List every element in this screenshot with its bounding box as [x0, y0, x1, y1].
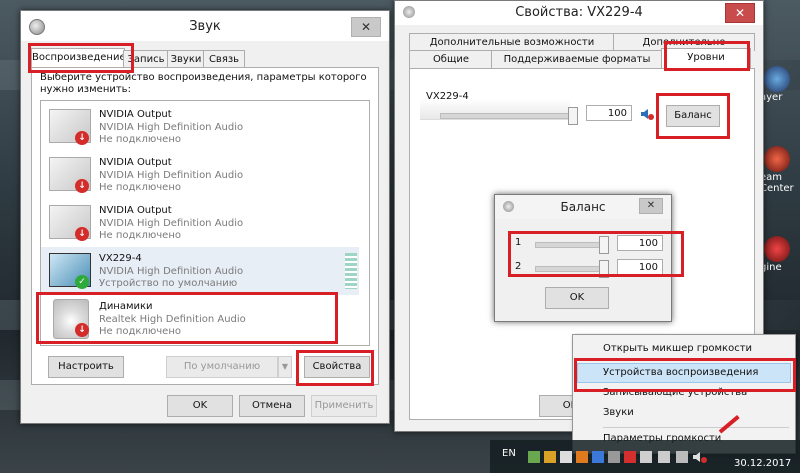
channel-2-value[interactable]: 100: [617, 259, 663, 275]
device-name: Динамики: [99, 301, 153, 312]
channel-1-label: 1: [515, 237, 522, 248]
channel-1-slider-thumb[interactable]: [599, 236, 609, 254]
device-status: Не подключено: [99, 326, 181, 337]
volume-context-menu: Открыть микшер громкости Устройства восп…: [572, 334, 796, 454]
taskbar-date[interactable]: 30.12.2017: [734, 458, 791, 469]
device-item[interactable]: ↓ NVIDIA Output NVIDIA High Definition A…: [41, 103, 359, 151]
tab-communications[interactable]: Связь: [203, 50, 245, 68]
set-default-button[interactable]: По умолчанию: [166, 356, 278, 378]
disconnected-icon: ↓: [75, 179, 89, 193]
device-driver: NVIDIA High Definition Audio: [99, 170, 244, 181]
taskbar: EN 30.12.2017: [490, 440, 800, 473]
tab-general[interactable]: Общие: [409, 50, 493, 68]
menu-item-open-mixer[interactable]: Открыть микшер громкости: [603, 343, 752, 354]
notification-icon[interactable]: [676, 451, 688, 463]
sound-title: Звук: [189, 19, 221, 34]
device-list: ↓ NVIDIA Output NVIDIA High Definition A…: [40, 100, 370, 346]
engine-icon: [764, 236, 790, 262]
tab-playback[interactable]: Воспроизведение: [31, 48, 126, 68]
properties-close-button[interactable]: ✕: [725, 3, 755, 23]
balance-ok-button[interactable]: OK: [545, 287, 609, 309]
sound-titlebar: Звук ✕: [21, 11, 389, 41]
properties-title: Свойства: VX229-4: [515, 5, 643, 20]
level-value-field[interactable]: 100: [586, 105, 632, 121]
desktop-icon-stream-center[interactable]: eam Center: [760, 146, 800, 194]
device-driver: Realtek High Definition Audio: [99, 314, 246, 325]
device-name: VX229-4: [99, 253, 142, 264]
menu-item-sounds[interactable]: Звуки: [603, 407, 634, 418]
device-status: Не подключено: [99, 134, 181, 145]
disconnected-icon: ↓: [75, 323, 89, 337]
balance-button[interactable]: Баланс: [666, 105, 720, 127]
volume-tray-icon[interactable]: [692, 450, 708, 464]
device-status: Не подключено: [99, 230, 181, 241]
sound-close-button[interactable]: ✕: [351, 17, 381, 37]
tray-app-icon[interactable]: [576, 451, 588, 463]
tray-app-icon[interactable]: [544, 451, 556, 463]
stream-center-icon: [764, 146, 790, 172]
configure-button[interactable]: Настроить: [48, 356, 124, 378]
tab-sounds[interactable]: Звуки: [167, 50, 205, 68]
balance-close-button[interactable]: ✕: [639, 198, 663, 214]
tab-supported-formats[interactable]: Поддерживаемые форматы: [491, 50, 663, 68]
disconnected-icon: ↓: [75, 131, 89, 145]
device-name: NVIDIA Output: [99, 157, 172, 168]
level-slider-track[interactable]: [440, 113, 572, 119]
ok-button[interactable]: OK: [167, 395, 233, 417]
channel-1-slider-track[interactable]: [535, 242, 603, 248]
sound-window: Звук ✕ Воспроизведение Запись Звуки Связ…: [20, 10, 390, 424]
level-slider-thumb[interactable]: [568, 107, 578, 125]
chevron-down-icon: ▼: [281, 362, 289, 371]
menu-item-recording-devices[interactable]: Записывающие устройства: [603, 387, 747, 398]
device-name: NVIDIA Output: [99, 205, 172, 216]
device-item[interactable]: ↓ NVIDIA Output NVIDIA High Definition A…: [41, 151, 359, 199]
tray-app-icon[interactable]: [608, 451, 620, 463]
prompt-line-1: Выберите устройство воспроизведения, пар…: [40, 72, 367, 83]
channel-2-slider-thumb[interactable]: [599, 260, 609, 278]
player-icon: [764, 66, 790, 92]
menu-separator: [603, 427, 789, 428]
desktop-icon-label: eam: [760, 172, 783, 183]
device-status: Устройство по умолчанию: [99, 278, 238, 289]
device-item[interactable]: ↓ Динамики Realtek High Definition Audio…: [41, 295, 359, 343]
tab-recording[interactable]: Запись: [123, 50, 169, 68]
tray-app-icon[interactable]: [528, 451, 540, 463]
properties-titlebar: Свойства: VX229-4 ✕: [395, 1, 763, 25]
balance-dialog: Баланс ✕ 1 100 2 100 OK: [494, 194, 672, 322]
device-status: Не подключено: [99, 182, 181, 193]
properties-button[interactable]: Свойства: [304, 356, 370, 378]
level-meter: [345, 253, 357, 289]
language-indicator[interactable]: EN: [502, 448, 516, 459]
device-driver: NVIDIA High Definition Audio: [99, 266, 244, 277]
channel-2-slider-track[interactable]: [535, 266, 603, 272]
default-check-icon: ✓: [75, 275, 89, 289]
device-driver: NVIDIA High Definition Audio: [99, 122, 244, 133]
mute-speaker-icon[interactable]: [640, 107, 654, 121]
network-icon[interactable]: [658, 451, 670, 463]
tray-app-icon[interactable]: [640, 451, 652, 463]
prompt-line-2: нужно изменить:: [40, 84, 131, 95]
tray-app-icon[interactable]: [592, 451, 604, 463]
set-default-dropdown[interactable]: ▼: [278, 356, 292, 378]
disconnected-icon: ↓: [75, 227, 89, 241]
device-item[interactable]: ↓ NVIDIA Output NVIDIA High Definition A…: [41, 199, 359, 247]
tab-enhancements[interactable]: Дополнительные возможности: [409, 33, 615, 51]
channel-2-label: 2: [515, 261, 522, 272]
tab-levels[interactable]: Уровни: [661, 48, 751, 68]
tray-app-icon[interactable]: [560, 451, 572, 463]
device-name: NVIDIA Output: [99, 109, 172, 120]
cancel-button[interactable]: Отмена: [239, 395, 305, 417]
device-item-selected[interactable]: ✓ VX229-4 NVIDIA High Definition Audio У…: [41, 247, 359, 295]
device-driver: NVIDIA High Definition Audio: [99, 218, 244, 229]
desktop-icon-player[interactable]: ayer: [760, 66, 800, 103]
desktop-icon-label: Center: [760, 183, 794, 194]
desktop-icon-engine[interactable]: gine: [760, 236, 800, 273]
menu-item-playback-devices[interactable]: Устройства воспроизведения: [603, 367, 758, 378]
tray-app-icon[interactable]: [624, 451, 636, 463]
channel-1-value[interactable]: 100: [617, 235, 663, 251]
balance-titlebar: Баланс ✕: [495, 195, 671, 219]
playback-panel: Выберите устройство воспроизведения, пар…: [31, 67, 379, 385]
apply-button[interactable]: Применить: [311, 395, 377, 417]
